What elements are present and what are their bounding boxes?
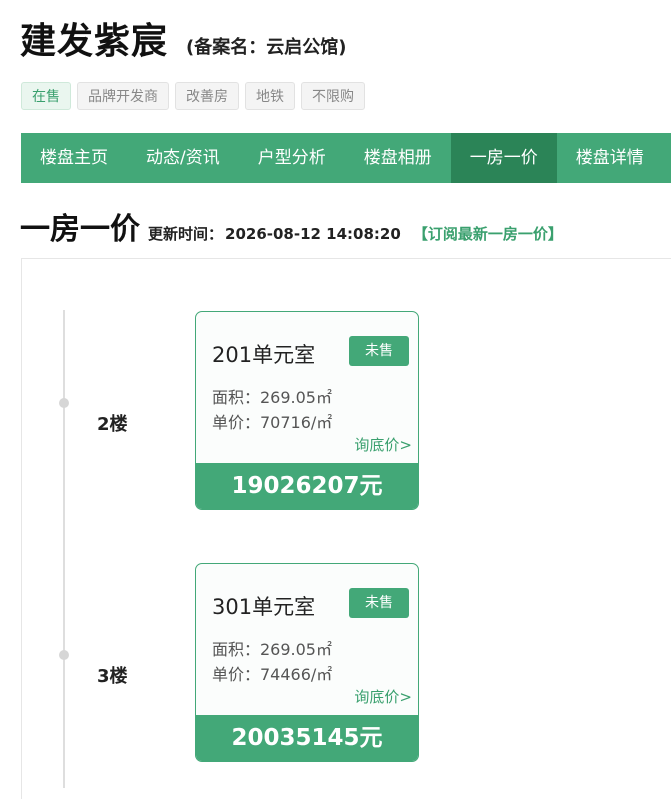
page-header: 建发紫宸 (备案名：云启公馆) [20,12,346,62]
update-time-value: 2026-08-12 14:08:20 [225,225,401,243]
unit-area: 面积：269.05㎡ [212,388,332,407]
section-title: 一房一价 [20,212,140,247]
nav-details[interactable]: 楼盘详情 [557,133,663,183]
nav-unit-prices[interactable]: 一房一价 [450,133,557,183]
registered-name: (备案名：云启公馆) [186,37,347,58]
tag-on-sale: 在售 [21,82,71,110]
inquiry-link[interactable]: 询底价> [354,434,412,455]
unit-name: 201单元室 [212,343,316,367]
status-badge: 未售 [349,588,409,618]
unit-card[interactable]: 201单元室 未售 面积：269.05㎡ 单价：70716/㎡ 询底价> 190… [195,311,419,510]
tag-no-purchase-limit: 不限购 [301,82,365,110]
total-price: 19026207元 [196,463,418,509]
tag-subway: 地铁 [245,82,295,110]
floor-label: 2楼 [97,414,128,435]
nav-album[interactable]: 楼盘相册 [345,133,451,183]
unit-price: 单价：74466/㎡ [212,665,333,684]
status-badge: 未售 [349,336,409,366]
nav-floor-plans[interactable]: 户型分析 [239,133,345,183]
timeline-dot [59,398,69,408]
subscribe-link[interactable]: 【订阅最新一房一价】 [413,223,563,244]
main-nav: 楼盘主页 动态/资讯 户型分析 楼盘相册 一房一价 楼盘详情 [21,133,671,183]
tag-upgrade-home: 改善房 [175,82,239,110]
unit-price: 单价：70716/㎡ [212,413,333,432]
timeline-dot [59,650,69,660]
nav-home[interactable]: 楼盘主页 [21,133,127,183]
update-time-label: 更新时间： [148,225,224,243]
total-price: 20035145元 [196,715,418,761]
section-header: 一房一价 更新时间： 2026-08-12 14:08:20 【订阅最新一房一价… [20,204,563,248]
timeline-line [63,310,65,788]
floor-label: 3楼 [97,666,128,687]
unit-area: 面积：269.05㎡ [212,640,332,659]
tag-list: 在售 品牌开发商 改善房 地铁 不限购 [21,82,365,110]
unit-name: 301单元室 [212,595,316,619]
tag-brand-developer: 品牌开发商 [77,82,169,110]
inquiry-link[interactable]: 询底价> [354,686,412,707]
nav-news[interactable]: 动态/资讯 [127,133,239,183]
unit-card[interactable]: 301单元室 未售 面积：269.05㎡ 单价：74466/㎡ 询底价> 200… [195,563,419,762]
project-title: 建发紫宸 [20,21,169,62]
